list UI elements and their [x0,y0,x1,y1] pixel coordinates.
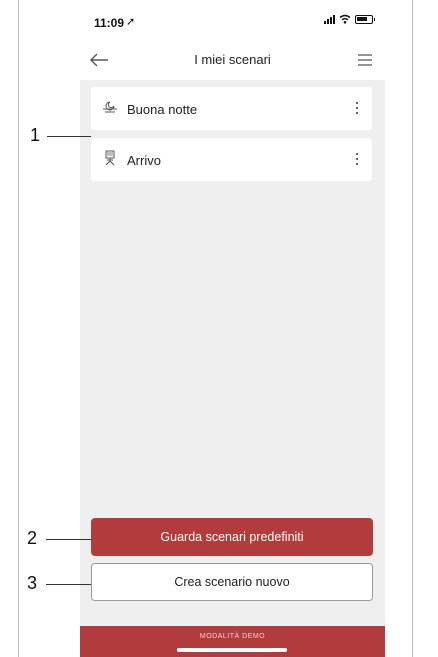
callout-line-3 [46,584,91,585]
frame-line-right [412,0,413,657]
view-preset-scenarios-button[interactable]: Guarda scenari predefiniti [91,518,373,556]
callout-line-1 [47,136,91,137]
demo-mode-label: MODALITÀ DEMO [199,633,266,640]
moon-horizon-icon [103,101,117,113]
callout-number-3: 3 [27,573,38,593]
scenario-label: Arrivo [127,153,161,168]
more-options-icon[interactable] [350,148,364,170]
status-icons [324,14,375,24]
home-indicator[interactable] [177,648,287,652]
demo-mode-bar: MODALITÀ DEMO [80,626,385,657]
callout-number-1: 1 [30,125,41,145]
location-icon: ➚ [126,16,136,28]
callout-number-2: 2 [27,528,38,548]
frame-line-left [18,0,19,657]
callout-line-2 [46,539,91,540]
create-new-scenario-button[interactable]: Crea scenario nuovo [91,563,373,601]
battery-icon [355,14,375,24]
arrival-person-icon [105,150,115,166]
hamburger-menu-icon[interactable] [357,52,373,68]
more-options-icon[interactable] [350,97,364,119]
wifi-icon [339,14,351,24]
figure: 11:09 ➚ I miei scenari Buona notte Arriv… [0,0,438,657]
scenario-label: Buona notte [127,102,198,117]
status-bar: 11:09 ➚ [80,0,385,40]
status-time: 11:09 [94,16,125,30]
phone-screen: 11:09 ➚ I miei scenari Buona notte Arriv… [80,0,385,657]
scenario-card-buona-notte[interactable]: Buona notte [91,87,372,130]
scenario-card-arrivo[interactable]: Arrivo [91,138,372,181]
nav-bar: I miei scenari [80,40,385,80]
page-title: I miei scenari [194,52,271,67]
signal-icon [324,14,335,24]
